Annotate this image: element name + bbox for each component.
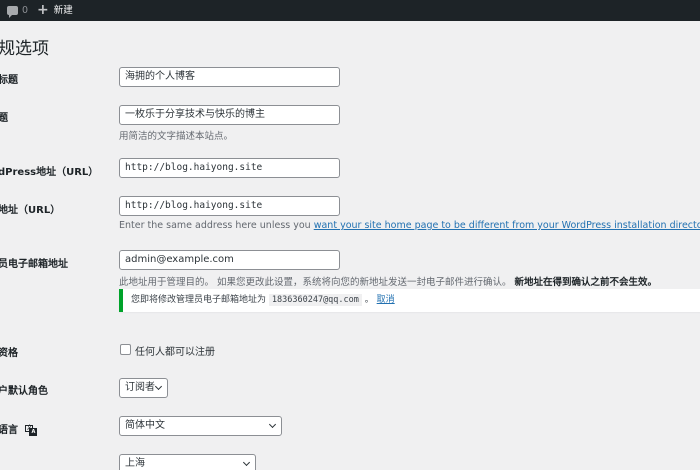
site-address-input[interactable]: http://blog.haiyong.site	[119, 196, 340, 216]
pending-email: 1836360247@qq.com	[268, 294, 362, 306]
timezone-value: 上海	[125, 458, 145, 469]
default-role-select[interactable]: 订阅者	[119, 378, 168, 398]
default-role-label: 户默认角色	[0, 386, 48, 397]
tagline-input[interactable]: 一枚乐于分享技术与快乐的博主	[119, 105, 340, 125]
anyone-can-register-label[interactable]: 任何人都可以注册	[135, 343, 215, 358]
admin-email-description: 此地址用于管理目的。 如果您更改此设置，系统将向您的新地址发送一封电子邮件进行确…	[119, 274, 657, 288]
wp-address-input[interactable]: http://blog.haiyong.site	[119, 158, 340, 178]
install-directory-link[interactable]: want your site home page to be different…	[314, 220, 700, 231]
site-title-input[interactable]: 海拥的个人博客	[119, 67, 340, 87]
new-content-menu[interactable]: + 新建	[37, 0, 73, 21]
default-role-value: 订阅者	[125, 382, 155, 393]
chevron-down-icon	[154, 382, 163, 391]
cancel-email-change-link[interactable]: 取消	[377, 295, 395, 305]
chevron-down-icon	[268, 420, 277, 429]
tagline-label: 题	[0, 113, 8, 124]
comment-icon	[7, 6, 18, 18]
plus-icon: +	[37, 2, 49, 18]
site-address-description: Enter the same address here unless you w…	[119, 220, 700, 231]
site-address-label: 地址（URL）	[0, 205, 61, 216]
membership-label: 资格	[0, 348, 18, 359]
notice-separator: 。	[364, 295, 374, 305]
site-language-text: 语言	[0, 425, 18, 436]
pending-email-notice: 您即将修改管理员电子邮箱地址为 1836360247@qq.com 。 取消	[119, 289, 700, 312]
comments-menu[interactable]: 0	[7, 0, 28, 21]
anyone-can-register-checkbox[interactable]	[120, 344, 131, 355]
site-language-value: 简体中文	[125, 420, 165, 431]
admin-email-input[interactable]: admin@example.com	[119, 250, 340, 270]
site-language-label: 语言 文A	[0, 421, 38, 436]
translation-icon: 文A	[25, 424, 38, 436]
wp-address-label: dPress地址（URL）	[0, 167, 99, 178]
admin-email-desc-bold: 新地址在得到确认之前不会生效。	[514, 277, 658, 288]
tagline-description: 用简洁的文字描述本站点。	[119, 131, 234, 142]
comment-count: 0	[22, 5, 29, 16]
admin-email-label: 员电子邮箱地址	[0, 259, 68, 270]
new-label: 新建	[53, 5, 73, 16]
page-title: 规选项	[0, 39, 49, 59]
site-language-select[interactable]: 简体中文	[119, 416, 282, 436]
notice-text: 您即将修改管理员电子邮箱地址为	[131, 295, 267, 305]
admin-email-desc-text: 此地址用于管理目的。 如果您更改此设置，系统将向您的新地址发送一封电子邮件进行确…	[119, 277, 515, 288]
admin-bar: 0 + 新建	[0, 0, 700, 21]
site-address-desc-prefix: Enter the same address here unless you	[119, 220, 314, 231]
chevron-down-icon	[242, 458, 251, 467]
timezone-select[interactable]: 上海	[119, 454, 256, 470]
site-title-label: 标题	[0, 75, 18, 86]
